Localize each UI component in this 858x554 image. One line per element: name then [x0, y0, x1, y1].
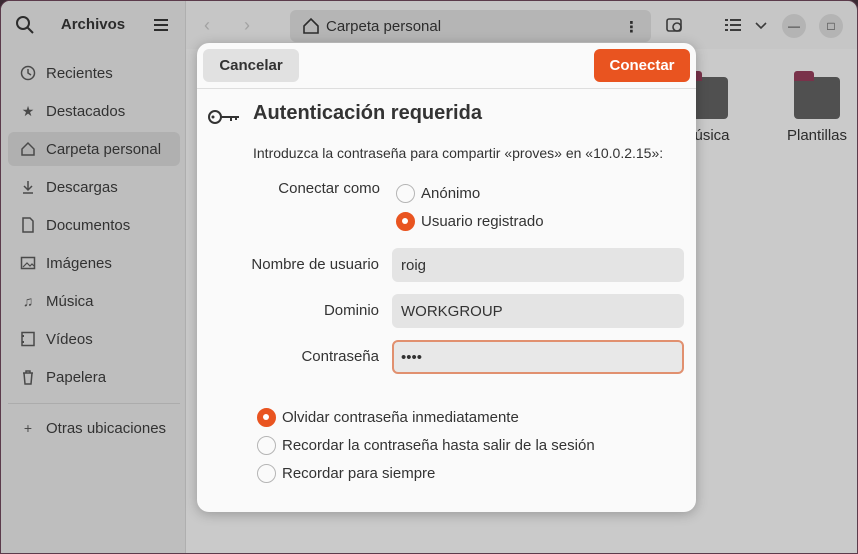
radio-indicator	[396, 184, 415, 203]
radio-registered-user[interactable]: Usuario registrado	[396, 212, 544, 231]
password-field[interactable]: ••••	[392, 340, 684, 374]
dialog-description: Introduzca la contraseña para compartir …	[253, 145, 664, 161]
domain-label: Dominio	[323, 302, 379, 319]
radio-label: Recordar para siempre	[282, 465, 436, 482]
password-label: Contraseña	[301, 348, 379, 365]
username-label: Nombre de usuario	[251, 256, 379, 273]
dialog-title: Autenticación requerida	[253, 102, 482, 124]
username-field[interactable]: roig	[392, 248, 684, 282]
radio-label: Anónimo	[421, 185, 481, 202]
radio-label: Recordar la contraseña hasta salir de la…	[282, 437, 595, 454]
domain-field[interactable]: WORKGROUP	[392, 294, 684, 328]
radio-anonymous[interactable]: Anónimo	[396, 184, 480, 203]
radio-indicator	[396, 212, 415, 231]
radio-indicator	[257, 464, 276, 483]
radio-remember-session[interactable]: Recordar la contraseña hasta salir de la…	[257, 436, 595, 455]
connect-button[interactable]: Conectar	[594, 49, 690, 82]
radio-remember-forever[interactable]: Recordar para siempre	[257, 464, 435, 483]
radio-forget-password[interactable]: Olvidar contraseña inmediatamente	[257, 408, 519, 427]
cancel-button[interactable]: Cancelar	[203, 49, 299, 82]
radio-label: Usuario registrado	[421, 213, 544, 230]
dialog-header: Cancelar Conectar	[197, 43, 696, 89]
radio-indicator	[257, 436, 276, 455]
connect-as-label: Conectar como	[278, 180, 380, 197]
radio-indicator	[257, 408, 276, 427]
radio-label: Olvidar contraseña inmediatamente	[282, 409, 519, 426]
authentication-dialog: Cancelar Conectar Autenticación requerid…	[197, 43, 696, 512]
key-icon	[208, 110, 239, 124]
